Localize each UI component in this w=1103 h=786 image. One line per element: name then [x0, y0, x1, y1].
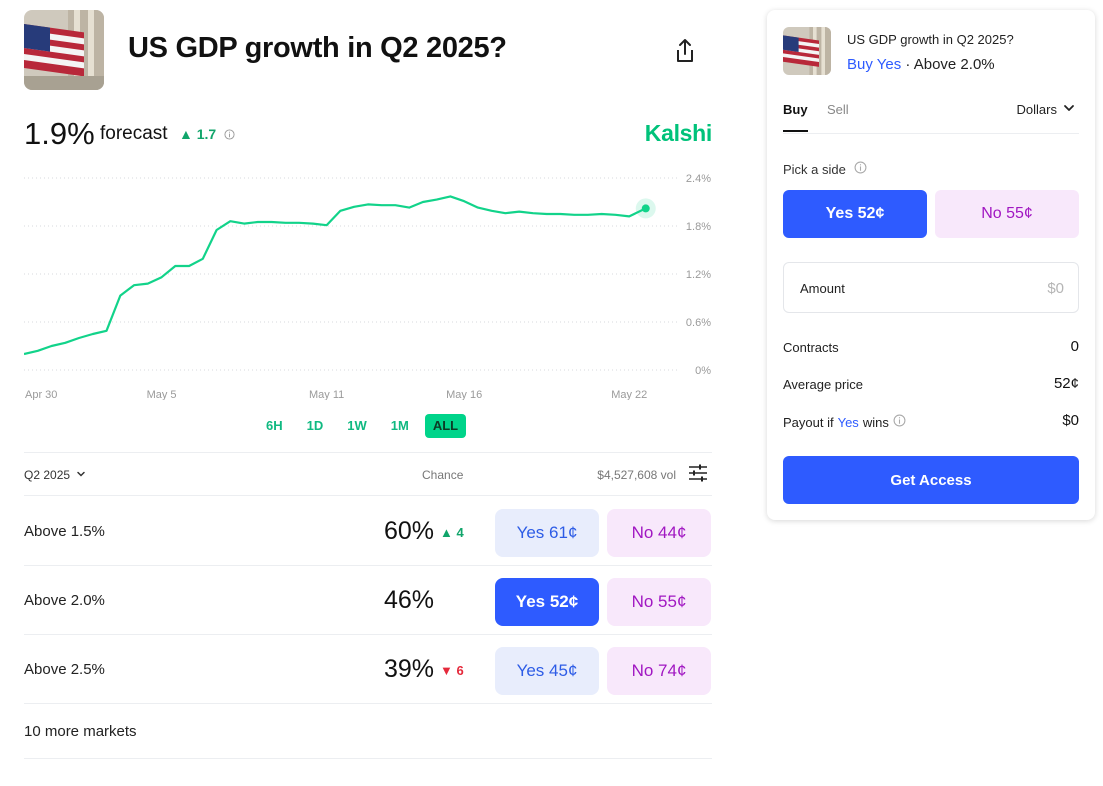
panel-buy-side: Buy Yes: [847, 56, 902, 73]
info-icon[interactable]: [224, 127, 235, 145]
contracts-value: 0: [1070, 338, 1079, 355]
range-button-1w[interactable]: 1W: [339, 414, 375, 438]
y-tick-label: 0%: [695, 365, 711, 377]
buy-yes-button[interactable]: Yes 45¢: [495, 647, 599, 695]
buy-no-button[interactable]: No 44¢: [607, 509, 711, 557]
y-tick-label: 2.4%: [686, 173, 711, 185]
market-row-chance: 60%: [384, 517, 435, 545]
payout-side: Yes: [837, 414, 859, 430]
up-triangle-icon: ▲: [179, 126, 193, 142]
get-access-button[interactable]: Get Access: [783, 456, 1079, 504]
forecast-series-line: [24, 195, 647, 356]
panel-market-image: [783, 27, 831, 75]
market-row-name: Above 2.0%: [24, 592, 105, 609]
x-tick-label: May 5: [147, 389, 177, 400]
contracts-label: Contracts: [783, 340, 839, 355]
market-row[interactable]: Above 2.0% 46% Yes 52¢ No 55¢: [24, 566, 712, 635]
buy-yes-button[interactable]: Yes 61¢: [495, 509, 599, 557]
x-tick-label: May 22: [611, 389, 647, 400]
range-button-1m[interactable]: 1M: [383, 414, 417, 438]
forecast-chart: 2.4% 1.8% 1.2% 0.6% 0% Apr 30 May 5 May 11 May 1…: [24, 173, 711, 400]
panel-market-title: US GDP growth in Q2 2025?: [847, 32, 1014, 47]
buy-no-button[interactable]: No 55¢: [607, 578, 711, 626]
average-price-label: Average price: [783, 377, 863, 392]
contracts-row: Contracts 0: [783, 338, 1079, 358]
filter-sliders-icon[interactable]: [688, 464, 708, 487]
share-icon[interactable]: [674, 38, 696, 64]
forecast-summary: 1.9% forecast ▲ 1.7 Kalshi: [24, 116, 712, 152]
market-row-chance: 46%: [384, 586, 435, 614]
chevron-down-icon: [76, 468, 86, 482]
market-title: US GDP growth in Q2 2025?: [128, 32, 507, 64]
current-point-marker: [641, 204, 650, 213]
chance-change: ▲ 4: [440, 525, 464, 540]
pick-side-text: Pick a side: [783, 161, 846, 177]
forecast-change: ▲ 1.7: [179, 126, 216, 142]
average-price-row: Average price 52¢: [783, 375, 1079, 395]
average-price-value: 52¢: [1053, 375, 1079, 392]
range-button-all[interactable]: ALL: [424, 414, 467, 438]
markets-table-header: Q2 2025 Chance $4,527,608 vol: [24, 452, 712, 496]
brand-logo: Kalshi: [644, 120, 713, 146]
forecast-change-value: 1.7: [196, 126, 217, 142]
panel-selection: Buy Yes · Above 2.0%: [847, 56, 995, 73]
payout-suffix: wins: [862, 414, 889, 430]
market-row-name: Above 1.5%: [24, 523, 105, 540]
market-image: [24, 10, 104, 90]
chance-header: Chance: [422, 468, 464, 482]
currency-dropdown[interactable]: Dollars: [1017, 102, 1075, 117]
market-header: US GDP growth in Q2 2025?: [24, 10, 712, 90]
info-icon[interactable]: [854, 161, 867, 177]
forecast-label: forecast: [100, 123, 168, 144]
more-markets-link[interactable]: 10 more markets: [24, 723, 137, 740]
period-dropdown[interactable]: Q2 2025: [24, 468, 86, 482]
more-markets-row[interactable]: 10 more markets: [24, 705, 712, 759]
period-label: Q2 2025: [24, 468, 71, 482]
side-no-button[interactable]: No 55¢: [935, 190, 1079, 238]
time-range-selector: 6H 1D 1W 1M ALL: [258, 414, 467, 438]
x-tick-label: May 11: [309, 389, 344, 400]
panel-separator: ·: [901, 56, 914, 73]
chance-change-value: 6: [456, 663, 464, 678]
forecast-value: 1.9%: [24, 116, 95, 151]
down-triangle-icon: ▼: [440, 663, 453, 678]
y-tick-label: 1.2%: [686, 269, 711, 281]
amount-input[interactable]: [944, 277, 1064, 299]
trade-panel: US GDP growth in Q2 2025? Buy Yes · Abov…: [767, 10, 1095, 520]
trade-tabs: Buy Sell Dollars: [783, 98, 1079, 134]
x-tick-label: Apr 30: [25, 389, 57, 400]
volume-label: $4,527,608 vol: [597, 468, 676, 482]
market-row[interactable]: Above 2.5% 39% ▼ 6 Yes 45¢ No 74¢: [24, 635, 712, 704]
currency-label: Dollars: [1016, 102, 1057, 117]
chance-change: ▼ 6: [440, 663, 464, 678]
y-tick-label: 1.8%: [686, 221, 711, 233]
tab-buy[interactable]: Buy: [783, 102, 808, 132]
y-tick-label: 0.6%: [686, 317, 711, 329]
payout-label: Payout if Yes wins: [783, 414, 906, 430]
payout-row: Payout if Yes wins $0: [783, 412, 1079, 432]
market-row-chance: 39%: [384, 655, 435, 683]
market-row-name: Above 2.5%: [24, 661, 105, 678]
info-icon[interactable]: [893, 414, 906, 430]
buy-no-button[interactable]: No 74¢: [607, 647, 711, 695]
market-row[interactable]: Above 1.5% 60% ▲ 4 Yes 61¢ No 44¢: [24, 497, 712, 566]
pick-side-label: Pick a side: [783, 161, 867, 177]
up-triangle-icon: ▲: [440, 525, 453, 540]
x-tick-label: May 16: [446, 389, 482, 400]
side-yes-button[interactable]: Yes 52¢: [783, 190, 927, 238]
tab-sell[interactable]: Sell: [827, 102, 849, 130]
buy-yes-button[interactable]: Yes 52¢: [495, 578, 599, 626]
panel-target: Above 2.0%: [913, 56, 995, 73]
range-button-1d[interactable]: 1D: [299, 414, 332, 438]
chevron-down-icon: [1063, 102, 1075, 117]
amount-field: Amount: [783, 262, 1079, 313]
payout-prefix: Payout if: [783, 414, 834, 430]
payout-value: $0: [1062, 412, 1079, 429]
chance-change-value: 4: [456, 525, 464, 540]
range-button-6h[interactable]: 6H: [258, 414, 291, 438]
amount-label: Amount: [800, 281, 845, 296]
